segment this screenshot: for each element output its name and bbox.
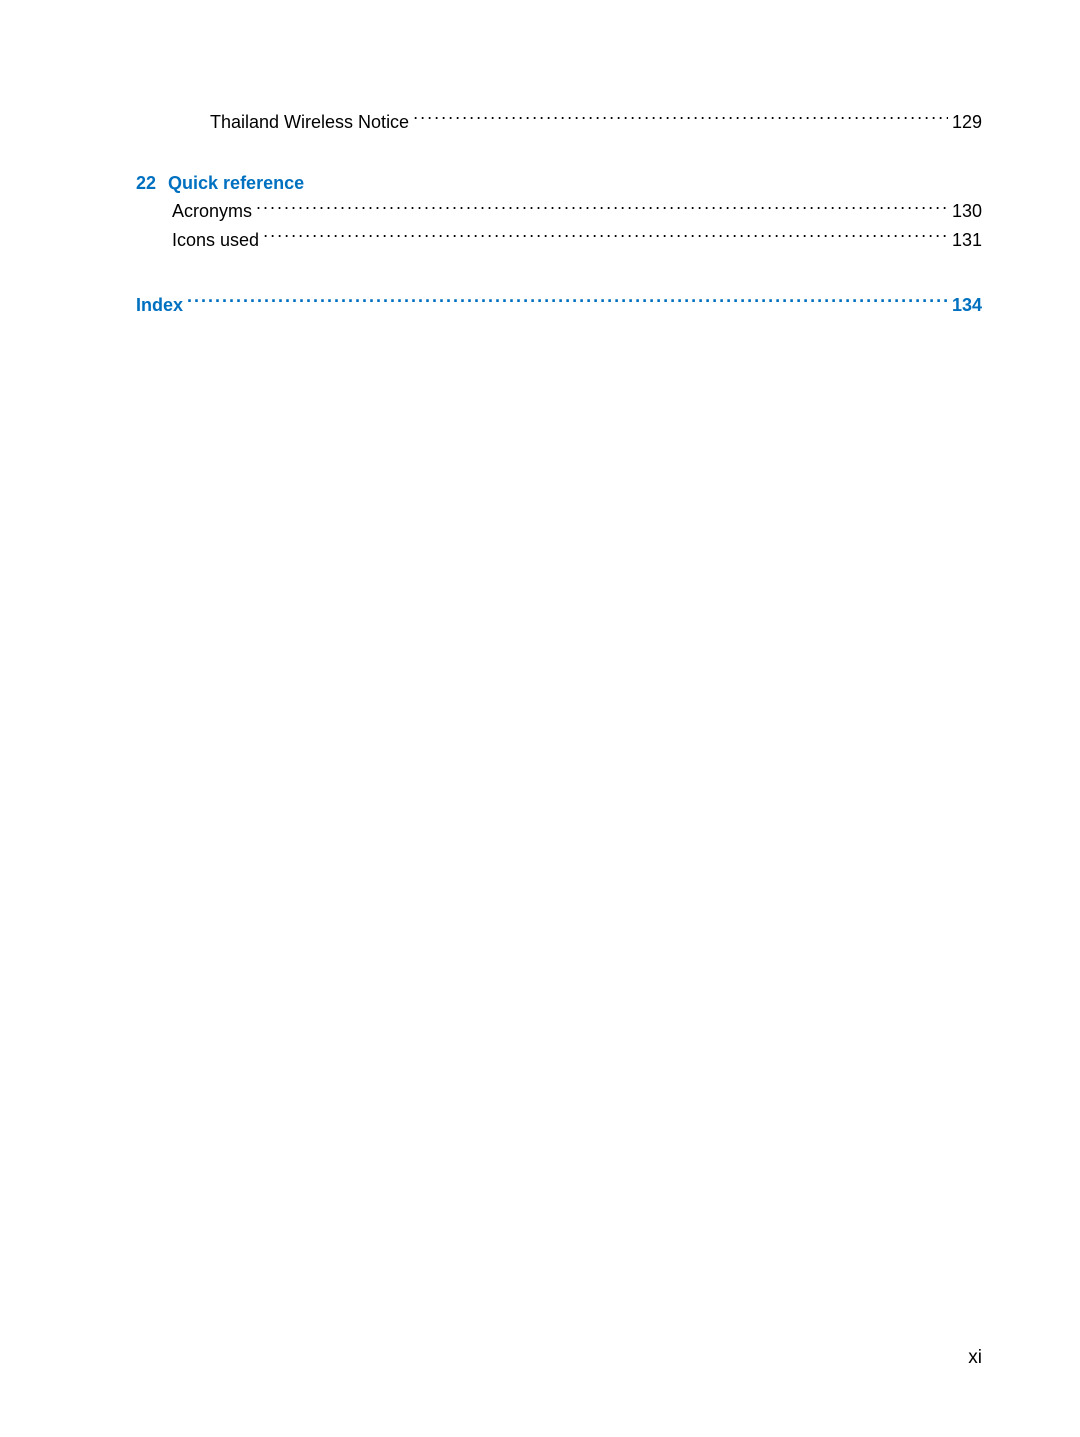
- toc-entry-page: 134: [952, 292, 982, 320]
- page-container: Thailand Wireless Notice 129 22 Quick re…: [0, 0, 1080, 1437]
- toc-entry-icons-used[interactable]: Icons used 131: [98, 226, 982, 255]
- page-number-label: xi: [968, 1347, 982, 1368]
- toc-entry-thailand-wireless[interactable]: Thailand Wireless Notice 129: [98, 108, 982, 137]
- toc-section-title: Quick reference: [168, 173, 304, 194]
- page-number-footer: xi: [968, 1347, 982, 1369]
- toc-entry-index[interactable]: Index 134: [98, 291, 982, 320]
- toc-leader-dots: [256, 198, 948, 218]
- toc-entry-acronyms[interactable]: Acronyms 130: [98, 198, 982, 227]
- toc-entry-label: Index: [136, 292, 183, 320]
- toc-entry-page: 130: [952, 198, 982, 226]
- spacer: [98, 137, 982, 173]
- toc-entry-label: Acronyms: [172, 198, 252, 226]
- toc-section-number: 22: [136, 173, 156, 194]
- toc-entry-page: 131: [952, 227, 982, 255]
- toc-leader-dots: [263, 226, 948, 246]
- toc-entry-page: 129: [952, 109, 982, 137]
- toc-entry-label: Icons used: [172, 227, 259, 255]
- toc-section-22-heading[interactable]: 22 Quick reference: [98, 173, 982, 194]
- toc-leader-dots: [187, 291, 948, 311]
- toc-leader-dots: [413, 108, 948, 128]
- toc-entry-label: Thailand Wireless Notice: [210, 109, 409, 137]
